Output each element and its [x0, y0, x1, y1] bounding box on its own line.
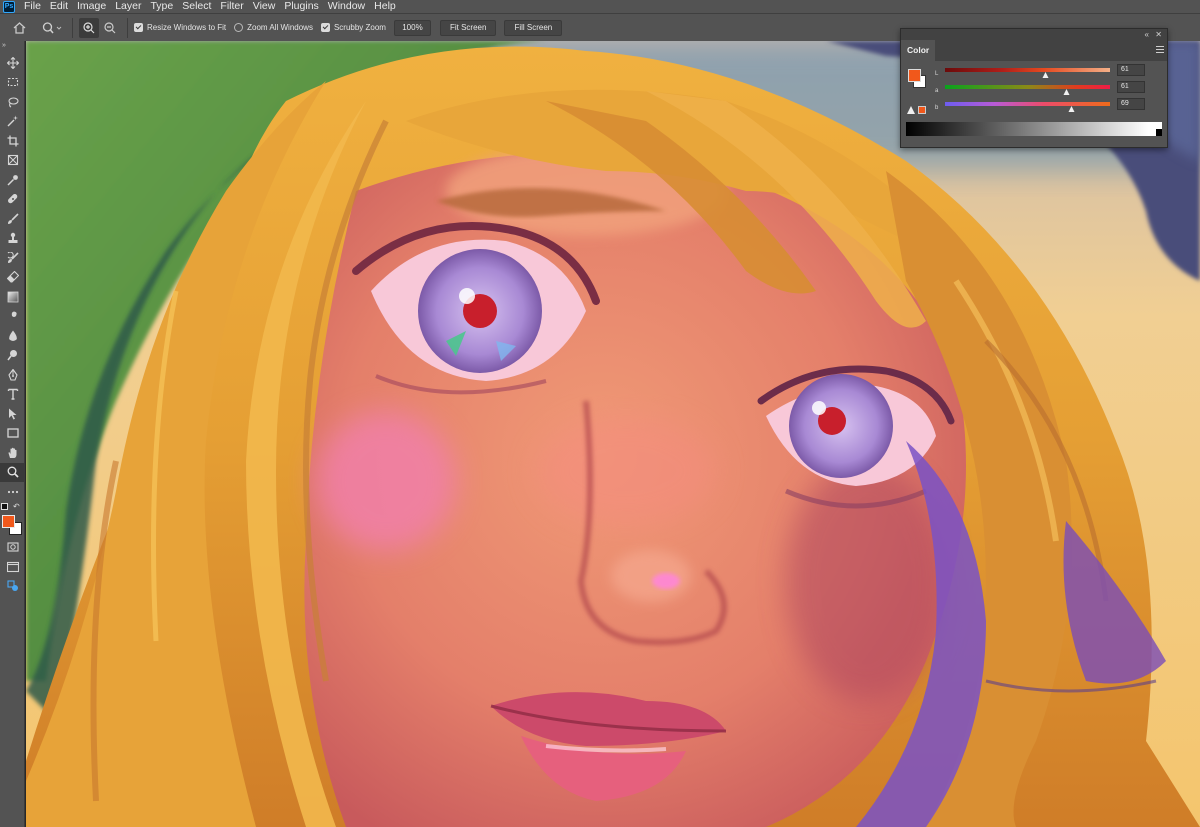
a-value-field[interactable]: 61 [1117, 81, 1145, 93]
color-panel: « ✕ Color L 61 a 61 b 69 [900, 28, 1168, 148]
tab-color[interactable]: Color [901, 40, 936, 61]
grayscale-ramp[interactable] [906, 122, 1162, 136]
collapse-panel-icon[interactable]: « [1145, 29, 1149, 40]
gradient-icon[interactable] [0, 287, 25, 307]
zoom-percent-field[interactable]: 100% [393, 19, 431, 36]
marquee-icon[interactable] [0, 73, 25, 93]
crop-icon[interactable] [0, 131, 25, 151]
menu-view[interactable]: View [253, 0, 276, 13]
menu-window[interactable]: Window [328, 0, 365, 13]
panel-foreground-swatch[interactable] [908, 69, 921, 82]
zoom-icon[interactable] [0, 462, 25, 482]
screen-mode-icon[interactable] [0, 557, 25, 577]
b-slider-track[interactable] [945, 102, 1110, 106]
a-label: a [935, 88, 939, 94]
hand-icon[interactable] [0, 443, 25, 463]
menu-help[interactable]: Help [374, 0, 396, 13]
frame-icon[interactable] [0, 151, 25, 171]
l-slider-track[interactable] [945, 68, 1110, 72]
panel-title-bar[interactable]: « ✕ [901, 29, 1167, 40]
out-of-gamut-warning-icon[interactable] [907, 106, 915, 114]
zoom-all-windows-label: Zoom All Windows [247, 23, 313, 32]
menu-file[interactable]: File [24, 0, 41, 13]
checkbox-checked[interactable] [134, 23, 143, 32]
lab-l-row: L 61 [935, 64, 1165, 78]
menu-edit[interactable]: Edit [50, 0, 68, 13]
l-value-field[interactable]: 61 [1117, 64, 1145, 76]
blur-icon[interactable] [0, 326, 25, 346]
menu-bar: Ps File Edit Image Layer Type Select Fil… [0, 0, 1200, 13]
b-slider-thumb[interactable] [1068, 106, 1075, 112]
pen-icon[interactable] [0, 365, 25, 385]
menu-type[interactable]: Type [150, 0, 173, 13]
l-label: L [935, 71, 939, 77]
color-swatches: ↶ [0, 502, 25, 538]
lasso-icon[interactable] [0, 92, 25, 112]
lab-a-row: a 61 [935, 81, 1165, 95]
rectangle-icon[interactable] [0, 424, 25, 444]
smudge-icon[interactable] [0, 307, 25, 327]
fit-screen-button[interactable]: Fit Screen [439, 19, 497, 36]
scrubby-zoom-label: Scrubby Zoom [333, 23, 386, 32]
edit-toolbar-icon[interactable] [0, 577, 25, 597]
more-icon[interactable] [0, 482, 25, 502]
menu-plugins[interactable]: Plugins [284, 0, 318, 13]
type-icon[interactable] [0, 385, 25, 405]
zoom-out-icon[interactable] [99, 18, 121, 38]
toolbar-collapse-icon[interactable]: » [0, 41, 24, 53]
a-slider-thumb[interactable] [1063, 89, 1070, 95]
panel-tab-bar: Color [901, 40, 1167, 61]
history-brush-icon[interactable] [0, 248, 25, 268]
eraser-icon[interactable] [0, 268, 25, 288]
radio-unchecked[interactable] [234, 23, 244, 32]
document-canvas[interactable] [26, 41, 1200, 827]
gamut-correction-swatch[interactable] [918, 106, 926, 114]
dodge-icon[interactable] [0, 346, 25, 366]
panel-menu-icon[interactable] [1156, 46, 1164, 53]
quick-mask-icon[interactable] [0, 538, 25, 558]
swap-colors-icon[interactable]: ↶ [13, 502, 20, 511]
brush-icon[interactable] [0, 209, 25, 229]
portrait-painting [26, 41, 1200, 827]
b-value-field[interactable]: 69 [1117, 98, 1145, 110]
path-selection-icon[interactable] [0, 404, 25, 424]
b-label: b [935, 105, 939, 111]
move-icon[interactable] [0, 53, 25, 73]
menu-image[interactable]: Image [77, 0, 106, 13]
default-colors-icon[interactable] [1, 502, 8, 510]
home-icon[interactable] [0, 21, 38, 34]
healing-brush-icon[interactable] [0, 190, 25, 210]
options-divider [127, 17, 128, 38]
scrubby-zoom-checkbox[interactable]: Scrubby Zoom [320, 23, 386, 32]
options-divider [72, 17, 73, 38]
a-slider-track[interactable] [945, 85, 1110, 89]
lab-b-row: b 69 [935, 98, 1165, 112]
photoshop-logo[interactable]: Ps [3, 0, 15, 13]
resize-windows-checkbox[interactable]: Resize Windows to Fit [134, 23, 226, 32]
zoom-in-icon[interactable] [79, 17, 99, 38]
resize-windows-label: Resize Windows to Fit [147, 23, 227, 32]
checkbox-checked[interactable] [320, 23, 330, 32]
zoom-all-windows-radio[interactable]: Zoom All Windows [234, 23, 313, 32]
fill-screen-button[interactable]: Fill Screen [504, 19, 563, 36]
magic-wand-icon[interactable] [0, 112, 25, 132]
foreground-color-swatch[interactable] [2, 514, 15, 528]
menu-layer[interactable]: Layer [115, 0, 141, 13]
menu-select[interactable]: Select [182, 0, 211, 13]
close-panel-icon[interactable]: ✕ [1155, 29, 1162, 40]
zoom-tool-preset-icon[interactable] [38, 21, 66, 34]
tools-panel: » ↶ [0, 41, 25, 827]
clone-stamp-icon[interactable] [0, 229, 25, 249]
eyedropper-icon[interactable] [0, 170, 25, 190]
l-slider-thumb[interactable] [1042, 72, 1049, 78]
menu-filter[interactable]: Filter [220, 0, 243, 13]
